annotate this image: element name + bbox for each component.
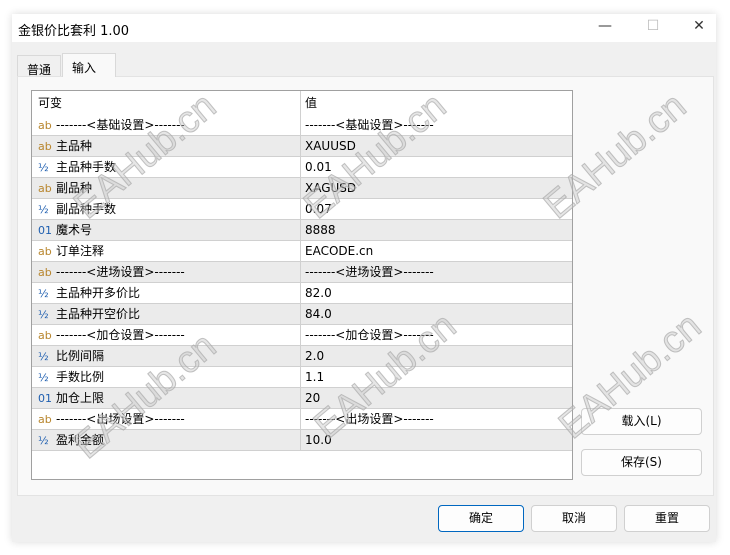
value-cell[interactable]: -------<进场设置>------- [301, 262, 434, 282]
save-button[interactable]: 保存(S) [581, 449, 702, 476]
variable-name: 副品种手数 [56, 202, 117, 216]
variable-name: 主品种手数 [56, 160, 117, 174]
string-type-icon: ab [38, 266, 52, 279]
integer-type-icon: 01 [38, 392, 52, 405]
table-row[interactable]: ab 主品种 XAUUSD [32, 136, 572, 157]
variable-cell[interactable]: ½ 盈利金额 [32, 430, 301, 450]
string-type-icon: ab [38, 119, 52, 132]
ok-button[interactable]: 确定 [438, 505, 524, 532]
table-row[interactable]: ab -------<出场设置>------- -------<出场设置>-----… [32, 409, 572, 430]
variable-cell[interactable]: ab 主品种 [32, 136, 301, 156]
variable-cell[interactable]: ½ 手数比例 [32, 367, 301, 387]
integer-type-icon: 01 [38, 224, 52, 237]
variable-cell[interactable]: ab -------<出场设置>------- [32, 409, 301, 429]
variable-cell[interactable]: ab 副品种 [32, 178, 301, 198]
table-row[interactable]: 01 魔术号 8888 [32, 220, 572, 241]
variable-name: -------<进场设置>------- [56, 265, 185, 279]
variable-name: 加仓上限 [56, 391, 105, 405]
value-cell[interactable]: -------<基础设置>------- [301, 115, 434, 135]
value-cell[interactable]: 0.01 [301, 157, 332, 177]
value-cell[interactable]: XAUUSD [301, 136, 356, 156]
variable-name: 盈利金额 [56, 433, 105, 447]
cancel-button[interactable]: 取消 [531, 505, 617, 532]
value-cell[interactable]: 84.0 [301, 304, 332, 324]
variable-cell[interactable]: ½ 比例间隔 [32, 346, 301, 366]
table-row[interactable]: ½ 副品种手数 0.07 [32, 199, 572, 220]
table-row[interactable]: 01 加仓上限 20 [32, 388, 572, 409]
table-row[interactable]: ½ 手数比例 1.1 [32, 367, 572, 388]
variable-name: 主品种开多价比 [56, 286, 141, 300]
inputs-panel: 可变 值 ab -------<基础设置>------- -------<基础设置>… [17, 76, 714, 496]
header-variable: 可变 [32, 91, 301, 115]
double-type-icon: ½ [38, 161, 49, 174]
maximize-button[interactable]: ☐ [638, 18, 668, 38]
title-bar: 金银价比套利 1.00 — ☐ ✕ [12, 14, 716, 42]
table-row[interactable]: ½ 主品种手数 0.01 [32, 157, 572, 178]
tab-common[interactable]: 普通 [17, 55, 62, 77]
double-type-icon: ½ [38, 350, 49, 363]
value-cell[interactable]: EACODE.cn [301, 241, 373, 261]
table-row[interactable]: ab -------<进场设置>------- -------<进场设置>-----… [32, 262, 572, 283]
value-cell[interactable]: 20 [301, 388, 320, 408]
close-button[interactable]: ✕ [684, 18, 714, 38]
table-header: 可变 值 [32, 91, 572, 115]
variable-name: 比例间隔 [56, 349, 105, 363]
variable-name: 手数比例 [56, 370, 105, 384]
dialog-window: 金银价比套利 1.00 — ☐ ✕ 普通 可变 值 ab -------<基础设置… [12, 14, 716, 542]
parameters-table: 可变 值 ab -------<基础设置>------- -------<基础设置>… [31, 90, 573, 480]
table-row[interactable]: ab 副品种 XAGUSD [32, 178, 572, 199]
string-type-icon: ab [38, 329, 52, 342]
load-button[interactable]: 载入(L) [581, 408, 702, 435]
variable-name: -------<加仓设置>------- [56, 328, 185, 342]
value-cell[interactable]: 8888 [301, 220, 336, 240]
value-cell[interactable]: 82.0 [301, 283, 332, 303]
value-cell[interactable]: 1.1 [301, 367, 324, 387]
variable-name: 主品种开空价比 [56, 307, 141, 321]
variable-name: 副品种 [56, 181, 93, 195]
table-row[interactable]: ½ 比例间隔 2.0 [32, 346, 572, 367]
variable-cell[interactable]: ½ 主品种手数 [32, 157, 301, 177]
variable-cell[interactable]: 01 魔术号 [32, 220, 301, 240]
reset-button[interactable]: 重置 [624, 505, 710, 532]
double-type-icon: ½ [38, 371, 49, 384]
value-cell[interactable]: 2.0 [301, 346, 324, 366]
double-type-icon: ½ [38, 434, 49, 447]
string-type-icon: ab [38, 245, 52, 258]
variable-cell[interactable]: ab -------<基础设置>------- [32, 115, 301, 135]
double-type-icon: ½ [38, 308, 49, 321]
variable-name: -------<出场设置>------- [56, 412, 185, 426]
value-cell[interactable]: 0.07 [301, 199, 332, 219]
variable-cell[interactable]: ab -------<进场设置>------- [32, 262, 301, 282]
string-type-icon: ab [38, 140, 52, 153]
minimize-button[interactable]: — [590, 18, 620, 38]
variable-name: 魔术号 [56, 223, 93, 237]
double-type-icon: ½ [38, 287, 49, 300]
value-cell[interactable]: -------<出场设置>------- [301, 409, 434, 429]
table-row[interactable]: ab -------<加仓设置>------- -------<加仓设置>-----… [32, 325, 572, 346]
table-row[interactable]: ½ 盈利金额 10.0 [32, 430, 572, 451]
variable-cell[interactable]: ½ 副品种手数 [32, 199, 301, 219]
value-cell[interactable]: -------<加仓设置>------- [301, 325, 434, 345]
variable-name: 主品种 [56, 139, 93, 153]
table-row[interactable]: ab -------<基础设置>------- -------<基础设置>-----… [32, 115, 572, 136]
variable-cell[interactable]: ½ 主品种开空价比 [32, 304, 301, 324]
header-value: 值 [305, 96, 318, 110]
variable-name: -------<基础设置>------- [56, 118, 185, 132]
variable-cell[interactable]: ½ 主品种开多价比 [32, 283, 301, 303]
value-cell[interactable]: XAGUSD [301, 178, 356, 198]
double-type-icon: ½ [38, 203, 49, 216]
window-title: 金银价比套利 1.00 [18, 24, 130, 39]
variable-cell[interactable]: ab -------<加仓设置>------- [32, 325, 301, 345]
value-cell[interactable]: 10.0 [301, 430, 332, 450]
string-type-icon: ab [38, 182, 52, 195]
variable-cell[interactable]: 01 加仓上限 [32, 388, 301, 408]
table-row[interactable]: ab 订单注释 EACODE.cn [32, 241, 572, 262]
table-row[interactable]: ½ 主品种开多价比 82.0 [32, 283, 572, 304]
tab-inputs[interactable]: 输入 [62, 53, 116, 77]
variable-cell[interactable]: ab 订单注释 [32, 241, 301, 261]
table-row[interactable]: ½ 主品种开空价比 84.0 [32, 304, 572, 325]
variable-name: 订单注释 [56, 244, 105, 258]
string-type-icon: ab [38, 413, 52, 426]
